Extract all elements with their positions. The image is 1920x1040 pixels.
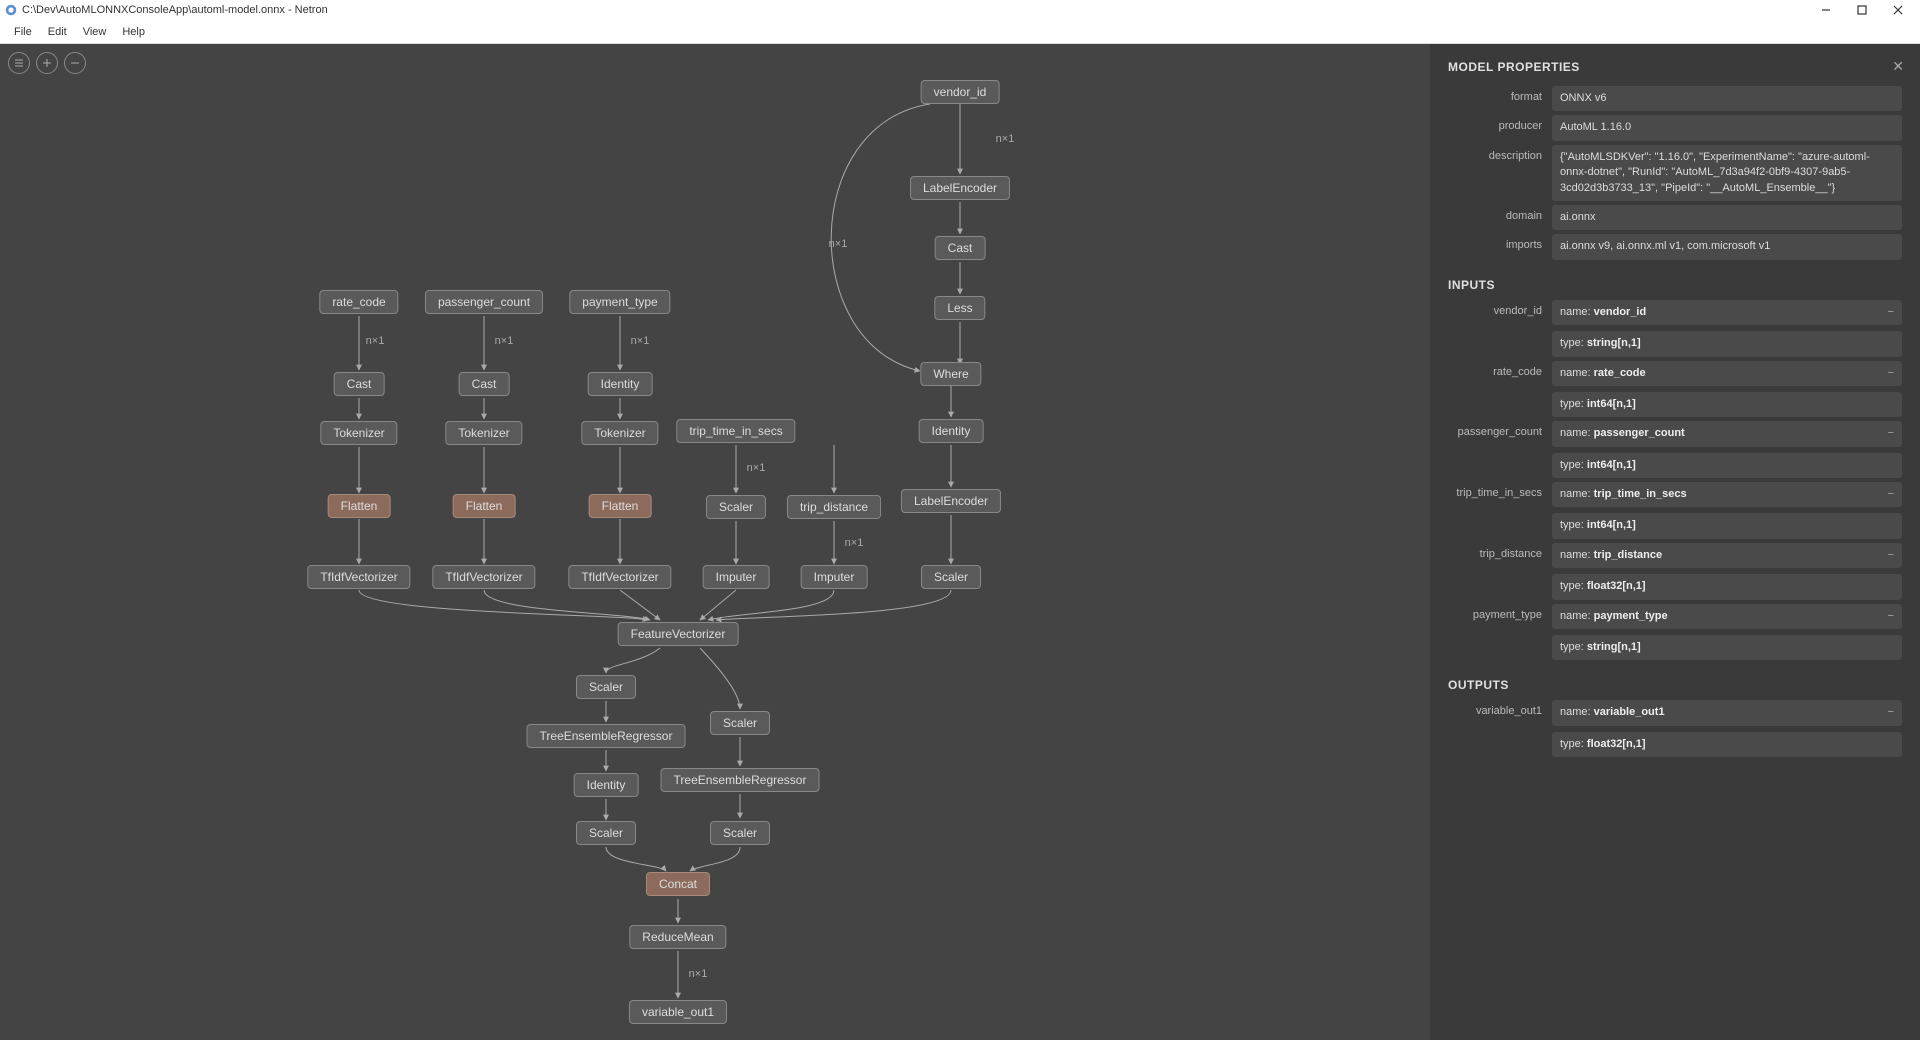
value-description[interactable]: {"AutoMLSDKVer": "1.16.0", "ExperimentNa… — [1552, 145, 1902, 201]
content-area: vendor_id LabelEncoder Cast Less Where I… — [0, 44, 1920, 1040]
label-format: format — [1448, 86, 1552, 111]
node-feature-vectorizer[interactable]: FeatureVectorizer — [618, 622, 739, 646]
node-label-encoder[interactable]: LabelEncoder — [901, 489, 1001, 513]
node-imputer[interactable]: Imputer — [801, 565, 868, 589]
maximize-button[interactable] — [1844, 0, 1880, 20]
node-tfidf-vectorizer[interactable]: TfIdfVectorizer — [568, 565, 671, 589]
io-key: variable_out1 — [1448, 700, 1552, 725]
value-format[interactable]: ONNX v6 — [1552, 86, 1902, 111]
section-inputs: INPUTS — [1448, 278, 1902, 292]
io-type-row[interactable]: type: float32[n,1] — [1552, 732, 1902, 757]
node-flatten[interactable]: Flatten — [328, 494, 391, 518]
label-description: description — [1448, 145, 1552, 201]
node-scaler[interactable]: Scaler — [710, 821, 770, 845]
app-icon — [4, 3, 18, 17]
node-scaler[interactable]: Scaler — [576, 821, 636, 845]
value-producer[interactable]: AutoML 1.16.0 — [1552, 115, 1902, 140]
node-tfidf-vectorizer[interactable]: TfIdfVectorizer — [307, 565, 410, 589]
node-scaler[interactable]: Scaler — [576, 675, 636, 699]
zoom-in-icon[interactable] — [36, 52, 58, 74]
node-where[interactable]: Where — [920, 362, 981, 386]
panel-title: MODEL PROPERTIES — [1448, 60, 1902, 74]
io-key: passenger_count — [1448, 421, 1552, 446]
label-imports: imports — [1448, 234, 1552, 259]
node-payment-type[interactable]: payment_type — [569, 290, 670, 314]
titlebar: C:\Dev\AutoMLONNXConsoleApp\automl-model… — [0, 0, 1920, 20]
node-flatten[interactable]: Flatten — [589, 494, 652, 518]
node-rate-code[interactable]: rate_code — [319, 290, 398, 314]
node-trip-distance[interactable]: trip_distance — [787, 495, 881, 519]
close-icon[interactable]: ✕ — [1892, 58, 1904, 75]
node-scaler[interactable]: Scaler — [706, 495, 766, 519]
node-tfidf-vectorizer[interactable]: TfIdfVectorizer — [432, 565, 535, 589]
io-key: rate_code — [1448, 361, 1552, 386]
io-key: vendor_id — [1448, 300, 1552, 325]
list-icon[interactable] — [8, 52, 30, 74]
io-type-row[interactable]: type: float32[n,1] — [1552, 574, 1902, 599]
node-trip-time[interactable]: trip_time_in_secs — [676, 419, 795, 443]
minimize-button[interactable] — [1808, 0, 1844, 20]
properties-panel: ✕ MODEL PROPERTIES formatONNX v6 produce… — [1430, 44, 1920, 1040]
io-type-row[interactable]: type: int64[n,1] — [1552, 453, 1902, 478]
io-type-row[interactable]: type: string[n,1] — [1552, 331, 1902, 356]
io-key: trip_distance — [1448, 543, 1552, 568]
menu-file[interactable]: File — [6, 26, 40, 38]
io-type-row[interactable]: type: int64[n,1] — [1552, 392, 1902, 417]
menu-view[interactable]: View — [75, 26, 115, 38]
node-tokenizer[interactable]: Tokenizer — [445, 421, 522, 445]
node-identity[interactable]: Identity — [919, 419, 984, 443]
section-outputs: OUTPUTS — [1448, 678, 1902, 692]
io-name-row[interactable]: name: payment_type− — [1552, 604, 1902, 629]
graph-toolbar — [8, 52, 86, 74]
value-imports[interactable]: ai.onnx v9, ai.onnx.ml v1, com.microsoft… — [1552, 234, 1902, 259]
io-type-row[interactable]: type: int64[n,1] — [1552, 513, 1902, 538]
io-name-row[interactable]: name: trip_distance− — [1552, 543, 1902, 568]
node-flatten[interactable]: Flatten — [453, 494, 516, 518]
node-cast[interactable]: Cast — [334, 372, 385, 396]
node-variable-out1[interactable]: variable_out1 — [629, 1000, 727, 1024]
io-key: payment_type — [1448, 604, 1552, 629]
node-scaler[interactable]: Scaler — [921, 565, 981, 589]
node-tree-ensemble-regressor[interactable]: TreeEnsembleRegressor — [661, 768, 820, 792]
node-identity[interactable]: Identity — [574, 773, 639, 797]
node-tokenizer[interactable]: Tokenizer — [581, 421, 658, 445]
node-reduce-mean[interactable]: ReduceMean — [629, 925, 726, 949]
menu-edit[interactable]: Edit — [40, 26, 75, 38]
io-name-row[interactable]: name: passenger_count− — [1552, 421, 1902, 446]
node-cast[interactable]: Cast — [459, 372, 510, 396]
io-name-row[interactable]: name: vendor_id− — [1552, 300, 1902, 325]
menu-help[interactable]: Help — [114, 26, 153, 38]
value-domain[interactable]: ai.onnx — [1552, 205, 1902, 230]
io-name-row[interactable]: name: trip_time_in_secs− — [1552, 482, 1902, 507]
node-cast[interactable]: Cast — [935, 236, 986, 260]
node-passenger-count[interactable]: passenger_count — [425, 290, 543, 314]
zoom-out-icon[interactable] — [64, 52, 86, 74]
node-tree-ensemble-regressor[interactable]: TreeEnsembleRegressor — [527, 724, 686, 748]
node-concat[interactable]: Concat — [646, 872, 710, 896]
node-identity[interactable]: Identity — [588, 372, 653, 396]
close-button[interactable] — [1880, 0, 1916, 20]
node-vendor-id[interactable]: vendor_id — [921, 80, 1000, 104]
window-title: C:\Dev\AutoMLONNXConsoleApp\automl-model… — [22, 4, 328, 16]
io-name-row[interactable]: name: variable_out1− — [1552, 700, 1902, 725]
label-domain: domain — [1448, 205, 1552, 230]
node-scaler[interactable]: Scaler — [710, 711, 770, 735]
node-less[interactable]: Less — [934, 296, 985, 320]
menubar: File Edit View Help — [0, 20, 1920, 44]
node-label-encoder[interactable]: LabelEncoder — [910, 176, 1010, 200]
io-type-row[interactable]: type: string[n,1] — [1552, 635, 1902, 660]
node-tokenizer[interactable]: Tokenizer — [320, 421, 397, 445]
label-producer: producer — [1448, 115, 1552, 140]
node-imputer[interactable]: Imputer — [703, 565, 770, 589]
io-name-row[interactable]: name: rate_code− — [1552, 361, 1902, 386]
io-key: trip_time_in_secs — [1448, 482, 1552, 507]
